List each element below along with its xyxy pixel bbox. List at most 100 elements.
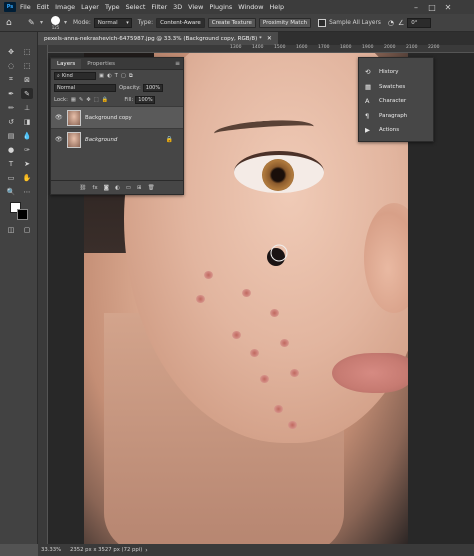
layers-panel: Layers Properties ≡ ⌕ Kind ▣ ◐ T ▢ ⧉ Nor… [50,57,184,195]
create-texture-button[interactable]: Create Texture [207,17,256,28]
document-tab[interactable]: pexels-anna-nekrashevich-6475987.jpg @ 3… [38,32,278,45]
tab-properties[interactable]: Properties [81,59,121,69]
eyedropper-tool-icon[interactable]: ✒ [5,88,17,99]
new-group-icon[interactable]: ▭ [126,185,131,191]
filter-adjustment-icon[interactable]: ◐ [107,73,112,79]
panel-paragraph[interactable]: ¶ Paragraph [359,109,433,124]
home-icon[interactable]: ⌂ [6,18,20,28]
artboard-tool-icon[interactable]: ⬚ [21,46,33,57]
blur-tool-icon[interactable]: 💧 [21,130,33,141]
menu-plugins[interactable]: Plugins [209,3,232,11]
rectangle-tool-icon[interactable]: ▭ [5,172,17,183]
add-mask-icon[interactable]: ◙ [104,185,109,191]
blend-mode-select[interactable]: Normal [54,84,116,92]
new-layer-icon[interactable]: ⊞ [137,185,142,191]
blemish [260,375,269,383]
ruler-label: 1700 [318,45,330,50]
brush-chevron-icon[interactable]: ▾ [64,19,67,26]
zoom-level[interactable]: 33.33% [38,547,64,553]
menu-type[interactable]: Type [105,3,120,11]
layer-filter-select[interactable]: ⌕ Kind [54,72,96,80]
menu-filter[interactable]: Filter [151,3,167,11]
opacity-label: Opacity: [119,85,141,91]
object-selection-icon[interactable]: ⬚ [21,60,33,71]
sample-all-layers-checkbox[interactable] [318,18,327,27]
tab-layers[interactable]: Layers [51,59,82,69]
pressure-size-icon[interactable]: ◔ [388,19,394,27]
type-tool-icon[interactable]: T [5,158,17,169]
layer-row[interactable]: 👁 Background 🔒 [51,128,183,150]
quick-mask-icon[interactable]: ◫ [5,224,17,235]
minimize-icon[interactable]: – [408,0,424,14]
healing-brush-tool-icon[interactable]: ✎ [21,88,33,99]
path-selection-tool-icon[interactable]: ➤ [21,158,33,169]
menu-edit[interactable]: Edit [37,3,49,11]
lock-transparent-icon[interactable]: ▦ [71,97,76,103]
menu-layer[interactable]: Layer [81,3,99,11]
filter-type-icon[interactable]: T [115,73,118,79]
fill-field[interactable]: 100% [135,96,156,104]
filter-smart-object-icon[interactable]: ⧉ [129,73,133,80]
filter-pixel-icon[interactable]: ▣ [99,73,104,79]
menu-window[interactable]: Window [238,3,263,11]
lock-artboard-icon[interactable]: ⬚ [94,97,99,103]
frame-tool-icon[interactable]: ⊠ [21,74,33,85]
lasso-tool-icon[interactable]: ◌ [5,60,17,71]
layer-name[interactable]: Background copy [85,115,132,121]
pen-tool-icon[interactable]: ✑ [21,144,33,155]
visibility-eye-icon[interactable]: 👁 [55,136,63,143]
horizontal-scrollbar[interactable] [372,544,408,556]
delete-layer-icon[interactable]: 🗑 [148,185,155,191]
brush-preset-picker[interactable]: 125 [51,15,61,30]
panel-menu-icon[interactable]: ≡ [175,60,180,67]
photoshop-logo: Ps [4,2,16,12]
tool-preset-chevron-icon[interactable]: ▾ [40,19,43,26]
actions-icon: ▶ [365,126,370,135]
menu-3d[interactable]: 3D [173,3,182,11]
content-aware-button[interactable]: Content-Aware [156,17,205,28]
close-icon[interactable]: ✕ [440,0,456,14]
crop-tool-icon[interactable]: ⌗ [5,74,17,85]
panel-character[interactable]: A Character [359,94,433,109]
panel-swatches[interactable]: ▦ Swatches [359,80,433,95]
menu-select[interactable]: Select [126,3,146,11]
panel-history[interactable]: ⟲ History [359,65,433,80]
sample-all-layers-label: Sample All Layers [329,19,381,26]
spot-healing-brush-icon[interactable]: ✎ [28,18,40,27]
adjustment-layer-icon[interactable]: ◐ [115,185,120,191]
move-tool-icon[interactable]: ✥ [5,46,17,57]
menu-image[interactable]: Image [55,3,75,11]
eraser-tool-icon[interactable]: ◨ [21,116,33,127]
link-layers-icon[interactable]: ⛓ [79,185,86,191]
clone-stamp-tool-icon[interactable]: ⊥ [21,102,33,113]
menu-help[interactable]: Help [269,3,284,11]
proximity-match-button[interactable]: Proximity Match [258,17,312,28]
menu-view[interactable]: View [188,3,203,11]
layer-name[interactable]: Background [85,137,117,143]
menu-file[interactable]: File [20,3,31,11]
panel-actions[interactable]: ▶ Actions [359,123,433,138]
mode-select[interactable]: Normal ▾ [93,17,132,28]
edit-toolbar-icon[interactable]: ⋯ [21,186,33,197]
maximize-icon[interactable]: □ [424,0,440,14]
angle-field[interactable]: 0° [407,17,432,28]
visibility-eye-icon[interactable]: 👁 [55,114,63,121]
close-tab-icon[interactable]: ✕ [267,35,272,42]
dodge-tool-icon[interactable]: ● [5,144,17,155]
opacity-field[interactable]: 100% [142,84,163,92]
brush-tool-icon[interactable]: ✏ [5,102,17,113]
lock-image-icon[interactable]: ✎ [79,97,83,103]
hand-tool-icon[interactable]: ✋ [21,172,33,183]
filter-shape-icon[interactable]: ▢ [121,73,126,79]
lock-all-icon[interactable]: 🔒 [102,97,109,103]
layer-style-icon[interactable]: fx [92,185,97,191]
panel-history-label: History [379,69,399,76]
status-chevron-icon[interactable]: › [145,547,147,554]
layer-row[interactable]: 👁 Background copy [51,106,183,128]
zoom-tool-icon[interactable]: 🔍 [5,186,17,197]
gradient-tool-icon[interactable]: ▤ [5,130,17,141]
history-brush-tool-icon[interactable]: ↺ [5,116,17,127]
screen-mode-icon[interactable]: ▢ [21,224,33,235]
lock-position-icon[interactable]: ✥ [86,97,90,103]
background-color-swatch[interactable] [17,209,28,220]
